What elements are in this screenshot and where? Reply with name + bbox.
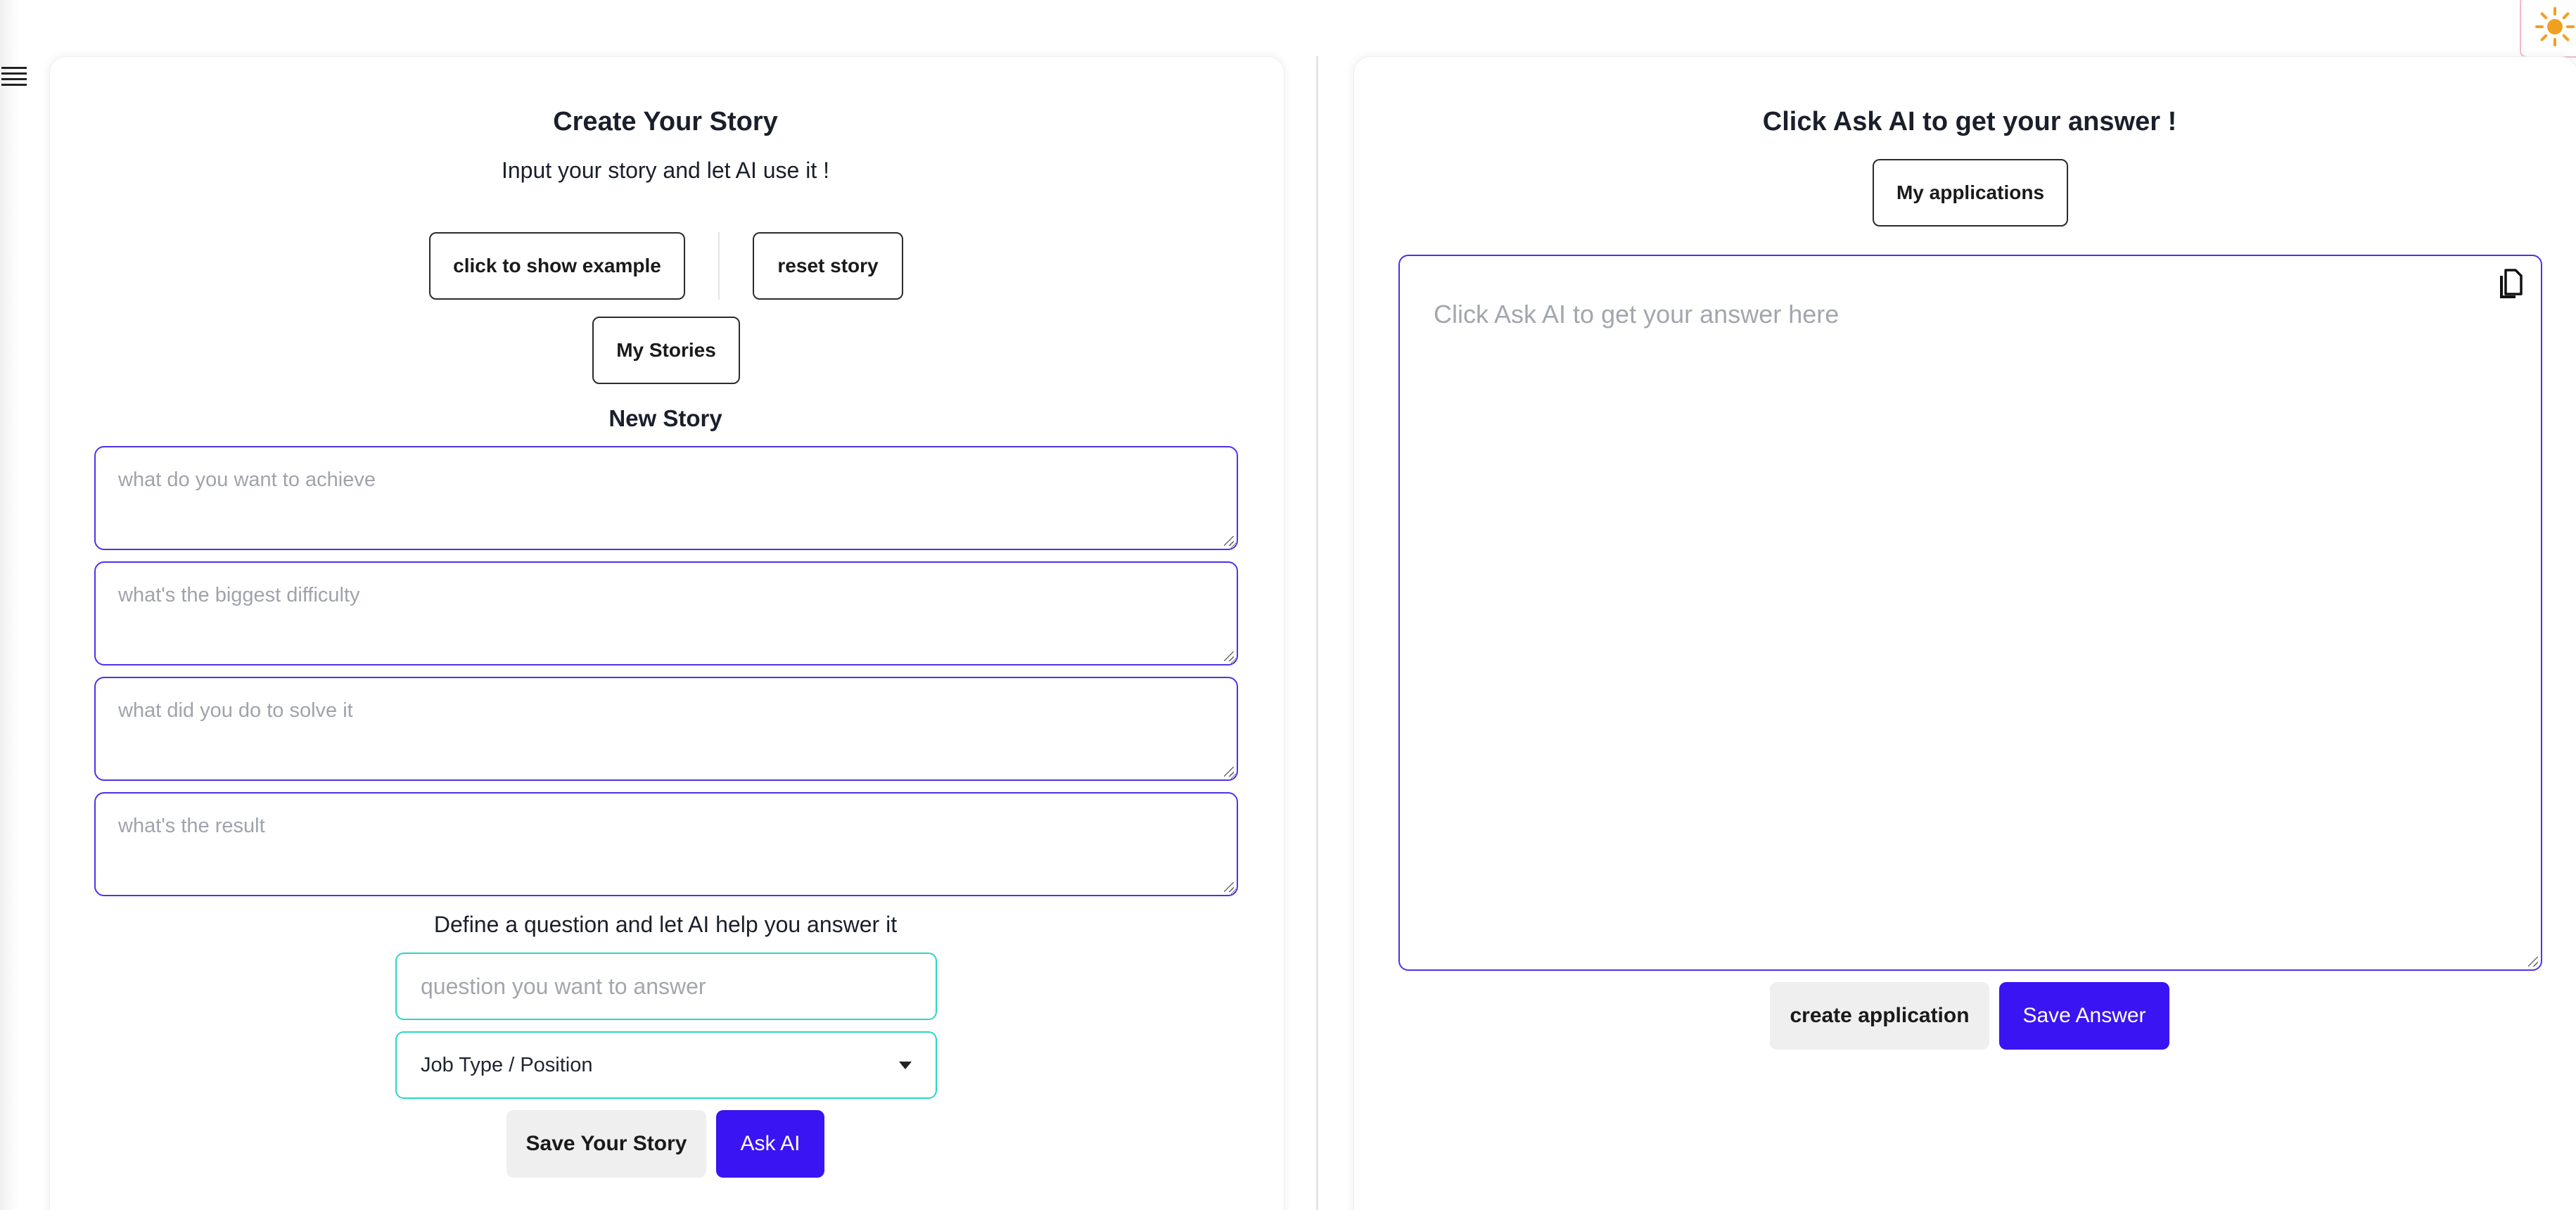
achieve-textarea[interactable]: what do you want to achieve (94, 446, 1238, 550)
story-panel-subtitle: Input your story and let AI use it ! (501, 158, 830, 183)
my-applications-button[interactable]: My applications (1873, 159, 2068, 227)
question-prompt: Define a question and let AI help you an… (433, 912, 898, 937)
show-example-button[interactable]: click to show example (429, 232, 685, 300)
ask-ai-button[interactable]: Ask AI (716, 1110, 824, 1178)
job-type-value: Job Type / Position (421, 1053, 593, 1076)
answer-textarea[interactable]: Click Ask AI to get your answer here (1398, 255, 2542, 971)
story-panel-title: Create Your Story (553, 107, 778, 136)
button-divider (718, 232, 720, 300)
save-answer-button[interactable]: Save Answer (1999, 982, 2169, 1050)
question-placeholder: question you want to answer (421, 973, 706, 999)
resize-handle-icon[interactable] (2528, 957, 2538, 967)
sun-icon (2535, 7, 2575, 46)
sidebar-edge (0, 0, 20, 1210)
result-placeholder: what's the result (118, 815, 265, 837)
new-story-heading: New Story (608, 405, 722, 431)
reset-story-button[interactable]: reset story (753, 232, 903, 300)
solution-placeholder: what did you do to solve it (118, 699, 353, 722)
app-root: Create Your Story Input your story and l… (0, 0, 2576, 1210)
achieve-placeholder: what do you want to achieve (118, 469, 376, 491)
solution-textarea[interactable]: what did you do to solve it (94, 677, 1238, 781)
job-type-select[interactable]: Job Type / Position (395, 1031, 937, 1099)
create-application-button[interactable]: create application (1770, 982, 1989, 1050)
hamburger-menu-icon[interactable] (1, 67, 28, 91)
question-input[interactable]: question you want to answer (395, 953, 937, 1020)
resize-handle-icon[interactable] (1224, 882, 1234, 892)
save-story-button[interactable]: Save Your Story (506, 1110, 706, 1178)
theme-toggle-button[interactable] (2520, 0, 2576, 58)
result-textarea[interactable]: what's the result (94, 792, 1238, 896)
resize-handle-icon[interactable] (1224, 767, 1234, 777)
answer-placeholder: Click Ask AI to get your answer here (1434, 300, 1839, 329)
difficulty-placeholder: what's the biggest difficulty (118, 584, 360, 606)
chevron-down-icon (899, 1061, 912, 1069)
copy-icon[interactable] (2494, 267, 2527, 302)
resize-handle-icon[interactable] (1224, 536, 1234, 546)
answer-panel-title: Click Ask AI to get your answer ! (1762, 107, 2177, 136)
difficulty-textarea[interactable]: what's the biggest difficulty (94, 561, 1238, 666)
resize-handle-icon[interactable] (1224, 651, 1234, 661)
my-stories-button[interactable]: My Stories (592, 317, 740, 384)
panel-divider (1316, 56, 1318, 1210)
